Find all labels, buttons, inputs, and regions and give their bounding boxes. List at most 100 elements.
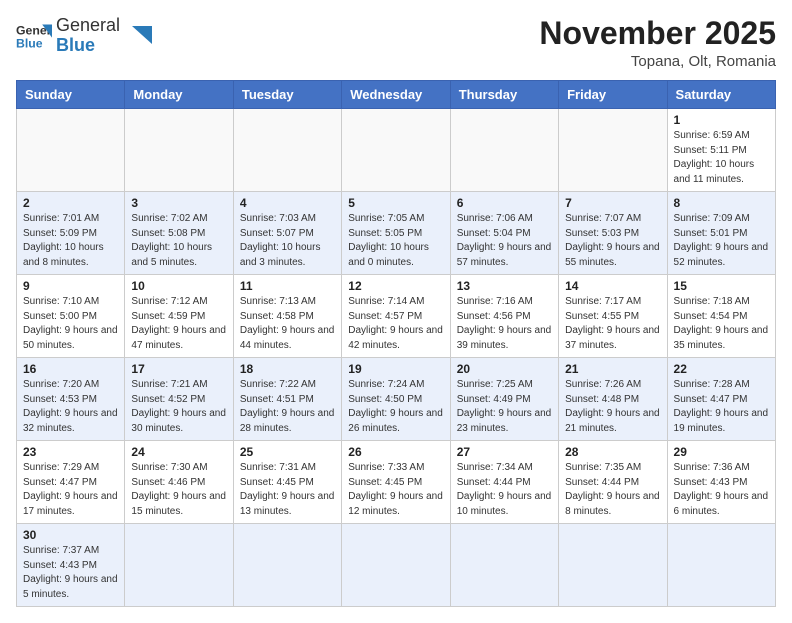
calendar-week-row: 30 Sunrise: 7:37 AM Sunset: 4:43 PM Dayli… <box>17 524 776 607</box>
calendar-day-cell: 24Sunrise: 7:30 AM Sunset: 4:46 PM Dayli… <box>125 441 233 524</box>
logo-text-general: General <box>56 16 120 36</box>
day-info: Sunrise: 7:21 AM Sunset: 4:52 PM Dayligh… <box>131 378 226 436</box>
day-info: Sunrise: 7:09 AM Sunset: 5:01 PM Dayligh… <box>674 212 769 270</box>
calendar-day-cell <box>125 109 233 192</box>
calendar-day-cell: 1Sunrise: 6:59 AM Sunset: 5:11 PM Daylig… <box>667 109 775 192</box>
day-number: 12 <box>348 279 443 293</box>
day-info: Sunrise: 7:24 AM Sunset: 4:50 PM Dayligh… <box>348 378 443 436</box>
calendar-day-cell: 30 Sunrise: 7:37 AM Sunset: 4:43 PM Dayli… <box>17 524 125 607</box>
day-info: Sunrise: 7:05 AM Sunset: 5:05 PM Dayligh… <box>348 212 443 270</box>
day-number: 7 <box>565 196 660 210</box>
day-info: Sunrise: 7:26 AM Sunset: 4:48 PM Dayligh… <box>565 378 660 436</box>
day-number: 21 <box>565 362 660 376</box>
day-info: Sunrise: 7:35 AM Sunset: 4:44 PM Dayligh… <box>565 461 660 519</box>
day-number: 27 <box>457 445 552 459</box>
day-info: Sunrise: 7:25 AM Sunset: 4:49 PM Dayligh… <box>457 378 552 436</box>
calendar-day-cell: 10Sunrise: 7:12 AM Sunset: 4:59 PM Dayli… <box>125 275 233 358</box>
day-info: Sunrise: 7:28 AM Sunset: 4:47 PM Dayligh… <box>674 378 769 436</box>
calendar-week-row: 9 Sunrise: 7:10 AM Sunset: 5:00 PM Daylig… <box>17 275 776 358</box>
calendar-day-cell: 21 Sunrise: 7:26 AM Sunset: 4:48 PM Dayli… <box>559 358 667 441</box>
day-info: Sunrise: 7:20 AM Sunset: 4:53 PM Dayligh… <box>23 378 118 436</box>
day-info: Sunrise: 7:12 AM Sunset: 4:59 PM Dayligh… <box>131 295 226 353</box>
location: Topana, Olt, Romania <box>539 53 776 70</box>
weekday-header-monday: Monday <box>125 81 233 109</box>
day-number: 15 <box>674 279 769 293</box>
calendar-day-cell: 29Sunrise: 7:36 AM Sunset: 4:43 PM Dayli… <box>667 441 775 524</box>
calendar-day-cell: 17 Sunrise: 7:21 AM Sunset: 4:52 PM Dayli… <box>125 358 233 441</box>
calendar-day-cell: 9 Sunrise: 7:10 AM Sunset: 5:00 PM Daylig… <box>17 275 125 358</box>
day-info: Sunrise: 7:06 AM Sunset: 5:04 PM Dayligh… <box>457 212 552 270</box>
calendar-header-row: SundayMondayTuesdayWednesdayThursdayFrid… <box>17 81 776 109</box>
calendar-day-cell: 22 Sunrise: 7:28 AM Sunset: 4:47 PM Dayli… <box>667 358 775 441</box>
calendar-week-row: 2 Sunrise: 7:01 AM Sunset: 5:09 PM Daylig… <box>17 192 776 275</box>
day-number: 8 <box>674 196 769 210</box>
day-number: 1 <box>674 113 769 127</box>
day-info: Sunrise: 7:01 AM Sunset: 5:09 PM Dayligh… <box>23 212 118 270</box>
calendar-day-cell: 27 Sunrise: 7:34 AM Sunset: 4:44 PM Dayli… <box>450 441 558 524</box>
weekday-header-sunday: Sunday <box>17 81 125 109</box>
day-number: 2 <box>23 196 118 210</box>
svg-text:Blue: Blue <box>16 36 43 50</box>
calendar-day-cell: 23Sunrise: 7:29 AM Sunset: 4:47 PM Dayli… <box>17 441 125 524</box>
day-number: 18 <box>240 362 335 376</box>
day-info: Sunrise: 7:33 AM Sunset: 4:45 PM Dayligh… <box>348 461 443 519</box>
day-number: 3 <box>131 196 226 210</box>
day-number: 16 <box>23 362 118 376</box>
day-info: Sunrise: 7:16 AM Sunset: 4:56 PM Dayligh… <box>457 295 552 353</box>
day-info: Sunrise: 7:17 AM Sunset: 4:55 PM Dayligh… <box>565 295 660 353</box>
day-info: Sunrise: 7:02 AM Sunset: 5:08 PM Dayligh… <box>131 212 226 270</box>
calendar-day-cell <box>450 524 558 607</box>
day-number: 5 <box>348 196 443 210</box>
weekday-header-thursday: Thursday <box>450 81 558 109</box>
day-info: Sunrise: 7:36 AM Sunset: 4:43 PM Dayligh… <box>674 461 769 519</box>
logo: General Blue General Blue <box>16 16 152 56</box>
calendar-day-cell: 5 Sunrise: 7:05 AM Sunset: 5:05 PM Daylig… <box>342 192 450 275</box>
day-number: 26 <box>348 445 443 459</box>
day-info: Sunrise: 7:37 AM Sunset: 4:43 PM Dayligh… <box>23 544 118 602</box>
calendar-day-cell: 7 Sunrise: 7:07 AM Sunset: 5:03 PM Daylig… <box>559 192 667 275</box>
calendar-table: SundayMondayTuesdayWednesdayThursdayFrid… <box>16 80 776 607</box>
day-number: 20 <box>457 362 552 376</box>
day-number: 6 <box>457 196 552 210</box>
calendar-day-cell: 26 Sunrise: 7:33 AM Sunset: 4:45 PM Dayli… <box>342 441 450 524</box>
calendar-week-row: 23Sunrise: 7:29 AM Sunset: 4:47 PM Dayli… <box>17 441 776 524</box>
weekday-header-saturday: Saturday <box>667 81 775 109</box>
day-number: 13 <box>457 279 552 293</box>
calendar-day-cell: 13 Sunrise: 7:16 AM Sunset: 4:56 PM Dayli… <box>450 275 558 358</box>
day-info: Sunrise: 7:34 AM Sunset: 4:44 PM Dayligh… <box>457 461 552 519</box>
calendar-day-cell <box>125 524 233 607</box>
calendar-day-cell: 16 Sunrise: 7:20 AM Sunset: 4:53 PM Dayli… <box>17 358 125 441</box>
calendar-day-cell <box>559 109 667 192</box>
calendar-day-cell: 3 Sunrise: 7:02 AM Sunset: 5:08 PM Daylig… <box>125 192 233 275</box>
calendar-day-cell <box>233 109 341 192</box>
title-block: November 2025 Topana, Olt, Romania <box>539 16 776 70</box>
calendar-day-cell: 2 Sunrise: 7:01 AM Sunset: 5:09 PM Daylig… <box>17 192 125 275</box>
day-info: Sunrise: 7:18 AM Sunset: 4:54 PM Dayligh… <box>674 295 769 353</box>
day-info: Sunrise: 7:07 AM Sunset: 5:03 PM Dayligh… <box>565 212 660 270</box>
calendar-day-cell: 8 Sunrise: 7:09 AM Sunset: 5:01 PM Daylig… <box>667 192 775 275</box>
calendar-day-cell: 28 Sunrise: 7:35 AM Sunset: 4:44 PM Dayli… <box>559 441 667 524</box>
day-info: Sunrise: 7:30 AM Sunset: 4:46 PM Dayligh… <box>131 461 226 519</box>
logo-icon: General Blue <box>16 18 52 54</box>
day-number: 22 <box>674 362 769 376</box>
day-number: 28 <box>565 445 660 459</box>
calendar-week-row: 16 Sunrise: 7:20 AM Sunset: 4:53 PM Dayli… <box>17 358 776 441</box>
calendar-day-cell: 15 Sunrise: 7:18 AM Sunset: 4:54 PM Dayli… <box>667 275 775 358</box>
day-info: Sunrise: 7:22 AM Sunset: 4:51 PM Dayligh… <box>240 378 335 436</box>
weekday-header-wednesday: Wednesday <box>342 81 450 109</box>
logo-triangle-icon <box>124 22 152 50</box>
day-info: Sunrise: 7:29 AM Sunset: 4:47 PM Dayligh… <box>23 461 118 519</box>
day-number: 30 <box>23 528 118 542</box>
calendar-day-cell: 6 Sunrise: 7:06 AM Sunset: 5:04 PM Daylig… <box>450 192 558 275</box>
calendar-day-cell: 14Sunrise: 7:17 AM Sunset: 4:55 PM Dayli… <box>559 275 667 358</box>
calendar-day-cell <box>233 524 341 607</box>
day-number: 25 <box>240 445 335 459</box>
day-number: 9 <box>23 279 118 293</box>
day-info: Sunrise: 7:10 AM Sunset: 5:00 PM Dayligh… <box>23 295 118 353</box>
day-number: 4 <box>240 196 335 210</box>
calendar-day-cell <box>667 524 775 607</box>
day-number: 17 <box>131 362 226 376</box>
calendar-day-cell: 12Sunrise: 7:14 AM Sunset: 4:57 PM Dayli… <box>342 275 450 358</box>
calendar-day-cell <box>342 524 450 607</box>
page-header: General Blue General Blue November 2025 … <box>16 16 776 70</box>
